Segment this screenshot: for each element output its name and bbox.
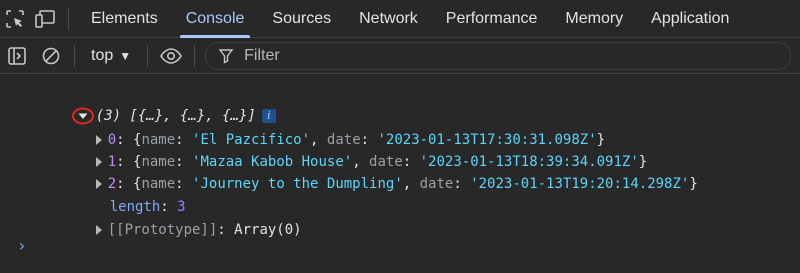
item-name: 'Journey to the Dumpling' bbox=[192, 176, 403, 192]
array-length: length: 3 bbox=[109, 199, 186, 215]
expand-triangle-icon[interactable] bbox=[95, 225, 102, 235]
console-toolbar: top ▼ Filter bbox=[0, 38, 800, 74]
context-selector[interactable]: top ▼ bbox=[81, 38, 141, 73]
array-item[interactable]: 2: {name: 'Journey to the Dumpling', dat… bbox=[62, 151, 698, 192]
item-date: '2023-01-13T19:20:14.298Z' bbox=[470, 176, 690, 192]
tab-elements[interactable]: Elements bbox=[77, 0, 172, 37]
array-summary[interactable]: (3) [{…}, {…}, {…}] i bbox=[38, 83, 276, 125]
console-output: (3) [{…}, {…}, {…}] i 0: {name: 'El Pazci… bbox=[0, 74, 800, 273]
array-prototype[interactable]: [[Prototype]]: Array(0) bbox=[62, 197, 302, 238]
toolbar-divider bbox=[194, 44, 196, 67]
prototype-value: Array(0) bbox=[234, 222, 302, 238]
clear-console-icon[interactable] bbox=[34, 38, 68, 73]
tab-memory[interactable]: Memory bbox=[551, 0, 637, 37]
prototype-label: [[Prototype]] bbox=[107, 222, 218, 238]
console-prompt[interactable]: › bbox=[17, 236, 27, 255]
filter-icon bbox=[218, 48, 234, 64]
inspect-element-icon[interactable] bbox=[0, 0, 30, 37]
device-toolbar-icon[interactable] bbox=[30, 0, 60, 37]
tab-console[interactable]: Console bbox=[172, 0, 259, 38]
chevron-down-icon: ▼ bbox=[119, 48, 132, 63]
toolbar-divider bbox=[74, 44, 75, 67]
sidebar-toggle-icon[interactable] bbox=[0, 38, 34, 73]
devtools-tabbar: Elements Console Sources Network Perform… bbox=[0, 0, 800, 38]
array-item[interactable]: 0: {name: 'El Pazcifico', date: '2023-01… bbox=[62, 107, 605, 148]
filter-placeholder: Filter bbox=[244, 46, 280, 64]
tab-application[interactable]: Application bbox=[637, 0, 743, 37]
tab-performance[interactable]: Performance bbox=[432, 0, 552, 37]
live-expression-eye-icon[interactable] bbox=[154, 38, 188, 73]
tab-sources[interactable]: Sources bbox=[258, 0, 345, 37]
tab-network[interactable]: Network bbox=[345, 0, 432, 37]
filter-input[interactable]: Filter bbox=[205, 41, 792, 70]
context-label: top bbox=[91, 46, 114, 64]
array-item[interactable]: 1: {name: 'Mazaa Kabob House', date: '20… bbox=[62, 129, 647, 170]
tabbar-divider bbox=[68, 7, 69, 30]
toolbar-divider bbox=[147, 44, 149, 67]
